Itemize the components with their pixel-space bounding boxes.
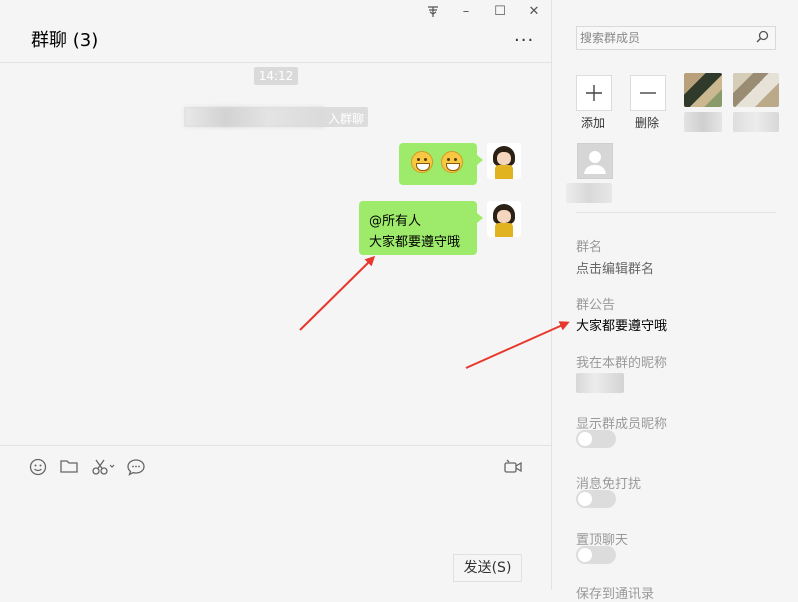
pin-chat-toggle[interactable] bbox=[576, 546, 616, 564]
grinning-face-icon bbox=[411, 151, 433, 173]
member-name-blurred bbox=[733, 112, 779, 132]
divider bbox=[576, 212, 776, 213]
add-member-button[interactable] bbox=[576, 75, 612, 111]
minimize-button[interactable]: – bbox=[456, 4, 476, 22]
member-avatar-default[interactable] bbox=[577, 143, 613, 179]
avatar[interactable] bbox=[487, 201, 521, 237]
chat-bubble-icon[interactable] bbox=[126, 458, 146, 478]
message-line: @所有人 bbox=[369, 214, 422, 229]
member-search[interactable] bbox=[576, 26, 776, 50]
group-name-field[interactable]: 点击编辑群名 bbox=[576, 258, 654, 277]
close-button[interactable]: ✕ bbox=[524, 4, 544, 22]
remove-member-label: 删除 bbox=[634, 116, 659, 130]
chat-title: 群聊 (3) bbox=[31, 30, 99, 51]
message-bubble[interactable]: @所有人 大家都要遵守哦 bbox=[359, 201, 483, 255]
my-nickname-label: 我在本群的昵称 bbox=[576, 356, 668, 371]
remove-member-button[interactable] bbox=[630, 75, 666, 111]
scissors-icon[interactable] bbox=[90, 458, 118, 478]
send-button[interactable]: 发送(S) bbox=[453, 554, 522, 582]
member-name-blurred bbox=[684, 112, 722, 132]
pin-icon[interactable] bbox=[423, 4, 443, 22]
search-input[interactable] bbox=[580, 29, 750, 47]
video-call-icon[interactable] bbox=[503, 458, 523, 478]
maximize-button[interactable]: ☐ bbox=[490, 4, 510, 22]
member-avatar[interactable] bbox=[684, 73, 722, 107]
more-icon[interactable]: ··· bbox=[514, 30, 534, 51]
group-name-label: 群名 bbox=[576, 240, 603, 255]
add-member-label: 添加 bbox=[580, 116, 605, 130]
emoji-icon[interactable] bbox=[28, 458, 48, 478]
message-line: 大家都要遵守哦 bbox=[369, 235, 461, 250]
system-note-text: 入群聊 bbox=[328, 112, 365, 126]
show-nicknames-toggle[interactable] bbox=[576, 430, 616, 448]
message-bubble[interactable] bbox=[399, 143, 483, 185]
announcement-label: 群公告 bbox=[576, 298, 616, 313]
folder-icon[interactable] bbox=[59, 458, 79, 478]
avatar[interactable] bbox=[487, 143, 521, 179]
time-badge: 14:12 bbox=[254, 67, 298, 85]
member-avatar[interactable] bbox=[733, 73, 779, 107]
mute-toggle[interactable] bbox=[576, 490, 616, 508]
member-name-blurred bbox=[566, 183, 612, 203]
save-contacts-label: 保存到通讯录 bbox=[576, 587, 655, 602]
grinning-face-icon bbox=[441, 151, 463, 173]
announcement-value[interactable]: 大家都要遵守哦 bbox=[576, 315, 667, 334]
my-nickname-blurred[interactable] bbox=[576, 373, 624, 393]
search-icon[interactable] bbox=[756, 30, 769, 47]
